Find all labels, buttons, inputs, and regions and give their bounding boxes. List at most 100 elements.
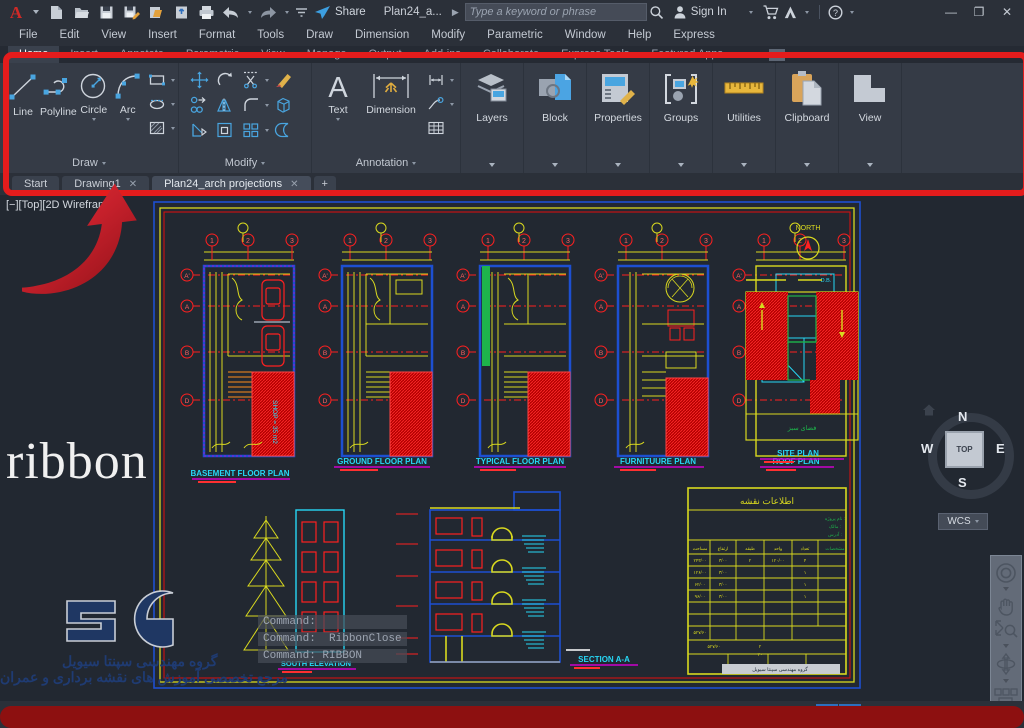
menu-dimension[interactable]: Dimension [344,24,420,46]
menu-express[interactable]: Express [662,24,726,46]
save-to-web-button[interactable] [169,1,193,23]
ucs-selector[interactable]: WCS [938,513,988,530]
tab-parametric[interactable]: Parametric [175,46,250,63]
modify-move-button[interactable] [187,69,211,91]
status-model-space-toggle[interactable] [701,704,723,726]
status-maximize-button[interactable]: ❐ [1000,704,1022,726]
zoom-button[interactable] [993,619,1019,641]
chevron-down-icon[interactable] [450,78,454,82]
status-otrack-toggle[interactable] [839,703,861,726]
modify-scale-button[interactable] [213,119,237,141]
modify-fillet-button[interactable] [239,94,263,116]
chevron-down-icon[interactable] [489,163,495,167]
menu-tools[interactable]: Tools [246,24,295,46]
modify-rotate-button[interactable] [213,69,237,91]
modify-array-button[interactable] [239,119,263,141]
chevron-down-icon[interactable] [265,128,269,132]
tab-output[interactable]: Output [358,46,413,63]
status-snap-toggle[interactable] [747,704,769,726]
document-list-arrow-icon[interactable]: ▶ [452,7,459,18]
layout-tab-layout1[interactable]: Layout1 [66,706,129,724]
redo-button[interactable] [256,1,280,23]
chevron-down-icon[interactable] [336,118,340,121]
status-customization-button[interactable] [954,704,976,726]
open-drawing-button[interactable] [69,1,93,23]
chevron-down-icon[interactable] [170,126,175,130]
modify-erase-button[interactable] [271,69,295,91]
draw-rectangle-button[interactable] [145,69,169,91]
viewcube-top-face[interactable]: TOP [945,431,984,468]
restore-button[interactable]: ❐ [966,1,992,23]
annotation-table-button[interactable] [424,117,448,139]
drawing-canvas[interactable]: [−][Top][2D Wireframe] 1 2 3 A' A B D SH… [0,195,1024,701]
viewcube-north-label[interactable]: N [958,409,967,424]
qat-more-button[interactable] [293,1,309,23]
status-osnap-toggle[interactable] [816,703,838,726]
close-icon[interactable]: ✕ [129,176,137,193]
chevron-down-icon[interactable] [1003,679,1009,683]
showmotion-button[interactable] [993,687,1019,701]
chevron-down-icon[interactable] [552,163,558,167]
status-polar-toggle[interactable] [793,704,815,726]
menu-modify[interactable]: Modify [420,24,476,46]
chevron-down-icon[interactable] [867,163,873,167]
panel-layers[interactable]: Layers [461,63,524,173]
view-cube[interactable]: N S W E TOP [912,401,1014,501]
menu-edit[interactable]: Edit [49,24,91,46]
tab-manage[interactable]: Manage [296,46,358,63]
minimize-button[interactable]: — [938,1,964,23]
draw-circle-button[interactable]: Circle [77,67,111,121]
sign-in-button[interactable]: Sign In [673,5,727,19]
menu-view[interactable]: View [90,24,137,46]
panel-modify-title[interactable]: Modify [179,153,311,173]
panel-block[interactable]: Block [524,63,587,173]
close-button[interactable]: ✕ [994,1,1020,23]
application-menu-button[interactable]: A [4,1,28,23]
chevron-down-icon[interactable] [1003,644,1009,648]
undo-dropdown[interactable] [244,1,255,23]
autodesk-store-button[interactable] [761,1,781,23]
close-icon[interactable]: ✕ [290,176,298,193]
chevron-down-icon[interactable] [804,163,810,167]
autodesk-account-button[interactable] [781,1,801,23]
tab-featured-apps[interactable]: Featured Apps [640,46,734,63]
tab-collaborate[interactable]: Collaborate [472,46,550,63]
steering-wheel-button[interactable] [993,562,1019,584]
panel-draw-title[interactable]: Draw [0,153,178,173]
status-transparency-toggle[interactable] [885,704,907,726]
draw-hatch-button[interactable] [145,117,169,139]
tab-view[interactable]: View [250,46,296,63]
modify-mirror-button[interactable] [213,94,237,116]
viewcube-east-label[interactable]: E [996,441,1005,456]
tab-addins[interactable]: Add-ins [413,46,472,63]
status-workspace-button[interactable] [931,704,953,726]
redo-dropdown[interactable] [281,1,292,23]
status-minimize-button[interactable]: — [977,704,999,726]
undo-button[interactable] [219,1,243,23]
draw-line-button[interactable]: Line [6,67,40,118]
status-ortho-toggle[interactable] [770,704,792,726]
viewport-label[interactable]: [−][Top][2D Wireframe] [6,199,116,211]
tab-home[interactable]: Home [8,46,60,63]
chevron-down-icon[interactable] [265,78,269,82]
account-dropdown[interactable] [801,1,813,23]
layout-tab-new[interactable]: + [131,706,161,724]
draw-arc-button[interactable]: Arc [111,67,145,121]
save-as-button[interactable] [119,1,143,23]
share-button[interactable]: Share [314,5,366,20]
viewcube-south-label[interactable]: S [958,475,967,490]
help-dropdown[interactable] [846,1,858,23]
annotation-leader-button[interactable] [424,93,448,115]
file-tab-new[interactable]: + [313,175,336,193]
panel-view[interactable]: View [839,63,902,173]
home-icon[interactable] [922,403,936,417]
panel-utilities[interactable]: Utilities [713,63,776,173]
help-button[interactable]: ? [826,1,846,23]
menu-parametric[interactable]: Parametric [476,24,554,46]
chevron-down-icon[interactable] [1003,587,1009,591]
chevron-down-icon[interactable] [170,78,175,82]
file-tab-drawing1[interactable]: Drawing1 ✕ [62,175,150,193]
orbit-button[interactable] [993,652,1019,676]
modify-trim-button[interactable] [239,69,263,91]
save-button[interactable] [94,1,118,23]
